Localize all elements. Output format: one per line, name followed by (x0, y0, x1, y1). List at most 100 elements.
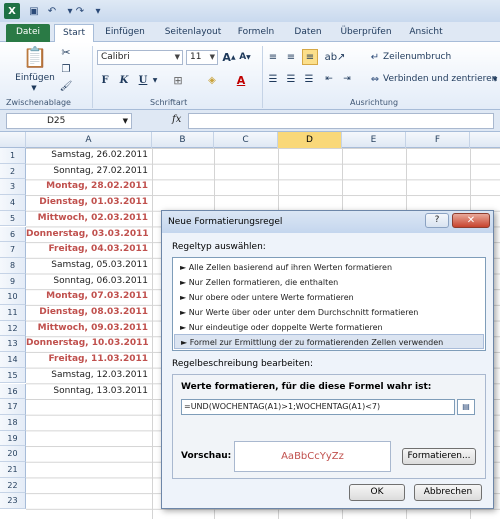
help-button[interactable]: ? (425, 213, 449, 228)
cell-a2[interactable]: Sonntag, 27.02.2011 (26, 164, 152, 180)
cell-a3[interactable]: Montag, 28.02.2011 (26, 179, 152, 195)
cell-a14[interactable]: Freitag, 11.03.2011 (26, 352, 152, 368)
shrink-font-icon[interactable]: A ▼ (238, 49, 252, 65)
cancel-button[interactable]: Abbrechen (414, 484, 482, 501)
cell-a11[interactable]: Dienstag, 08.03.2011 (26, 305, 152, 321)
chevron-down-icon[interactable]: ▼ (491, 72, 499, 86)
row-header[interactable]: 2 (0, 163, 26, 180)
tab-formeln[interactable]: Formeln (232, 24, 280, 42)
rule-type-item[interactable]: ► Nur Zellen formatieren, die enthalten (174, 275, 484, 290)
tab-daten[interactable]: Daten (288, 24, 328, 42)
tab-ueberpruefen[interactable]: Überprüfen (336, 24, 396, 42)
row-header[interactable]: 10 (0, 289, 26, 305)
underline-button[interactable]: U (136, 72, 150, 88)
bold-button[interactable]: F (98, 72, 112, 88)
column-header-e[interactable]: E (342, 132, 406, 148)
rule-type-item[interactable]: ► Alle Zellen basierend auf ihren Werten… (174, 260, 484, 275)
format-button[interactable]: Formatieren... (402, 448, 476, 465)
align-bottom-icon[interactable]: ≡ (302, 49, 318, 65)
cell-a15[interactable]: Samstag, 12.03.2011 (26, 368, 152, 384)
row-header[interactable]: 18 (0, 414, 26, 431)
font-name-combo[interactable]: Calibri ▼ (97, 50, 183, 65)
row-header[interactable]: 14 (0, 352, 26, 368)
tab-datei[interactable]: Datei (6, 24, 50, 42)
formula-input[interactable] (188, 113, 494, 129)
cell-a16[interactable]: Sonntag, 13.03.2011 (26, 384, 152, 400)
name-box[interactable]: D25 ▼ (6, 113, 132, 129)
tab-ansicht[interactable]: Ansicht (404, 24, 448, 42)
rule-type-item[interactable]: ► Nur Werte über oder unter dem Durchsch… (174, 305, 484, 320)
customize-icon[interactable]: ▾ (90, 3, 106, 19)
row-header[interactable]: 9 (0, 273, 26, 290)
cell-a8[interactable]: Samstag, 05.03.2011 (26, 258, 152, 274)
row-header[interactable]: 11 (0, 305, 26, 321)
row-header[interactable]: 5 (0, 210, 26, 227)
cell-a6[interactable]: Donnerstag, 03.03.2011 (26, 227, 152, 243)
column-header-a[interactable]: A (26, 132, 152, 148)
tab-seitenlayout[interactable]: Seitenlayout (160, 24, 226, 42)
collapse-dialog-icon[interactable]: ▤ (457, 399, 475, 415)
align-middle-icon[interactable]: ≡ (284, 50, 298, 64)
ok-button[interactable]: OK (349, 484, 405, 501)
cell-a13[interactable]: Donnerstag, 10.03.2011 (26, 336, 152, 352)
row-header[interactable]: 16 (0, 383, 26, 400)
rule-type-item[interactable]: ► Nur obere oder untere Werte formatiere… (174, 290, 484, 305)
tab-start[interactable]: Start (54, 24, 94, 42)
cut-icon[interactable]: ✂ (58, 44, 74, 60)
row-header[interactable]: 19 (0, 430, 26, 447)
border-icon[interactable]: ⊞ (170, 72, 186, 88)
excel-logo-icon[interactable]: X (4, 3, 20, 19)
decrease-indent-icon[interactable]: ⇤ (322, 72, 336, 86)
cell-a10[interactable]: Montag, 07.03.2011 (26, 289, 152, 305)
row-header[interactable]: 21 (0, 462, 26, 478)
wrap-text-button[interactable]: Zeilenumbruch (383, 50, 451, 64)
fx-icon[interactable]: fx (172, 114, 181, 125)
row-header[interactable]: 1 (0, 148, 26, 164)
column-header-c[interactable]: C (214, 132, 278, 148)
cell-a9[interactable]: Sonntag, 06.03.2011 (26, 274, 152, 290)
italic-button[interactable]: K (117, 72, 131, 88)
paste-dropdown-icon[interactable]: ▼ (26, 83, 42, 93)
column-header-d[interactable]: D (278, 132, 342, 148)
row-header[interactable]: 8 (0, 257, 26, 274)
row-header[interactable]: 23 (0, 493, 26, 510)
redo-icon[interactable]: ↷ (72, 3, 88, 19)
row-header[interactable]: 20 (0, 446, 26, 462)
column-header-b[interactable]: B (152, 132, 214, 148)
cell-a5[interactable]: Mittwoch, 02.03.2011 (26, 211, 152, 227)
select-all-corner[interactable] (0, 132, 26, 148)
grow-font-icon[interactable]: A ▲ (222, 49, 236, 65)
format-painter-icon[interactable]: 🖌 (58, 78, 74, 94)
row-header[interactable]: 4 (0, 195, 26, 211)
rule-formula-input[interactable]: =UND(WOCHENTAG(A1)>1;WOCHENTAG(A1)<7) (181, 399, 455, 415)
row-header[interactable]: 22 (0, 477, 26, 494)
column-header-f[interactable]: F (406, 132, 470, 148)
align-center-icon[interactable]: ☰ (284, 72, 298, 86)
row-header[interactable]: 7 (0, 242, 26, 258)
save-icon[interactable]: ▣ (26, 3, 42, 19)
row-header[interactable]: 15 (0, 367, 26, 384)
rule-type-item[interactable]: ► Nur eindeutige oder doppelte Werte for… (174, 320, 484, 335)
increase-indent-icon[interactable]: ⇥ (340, 72, 354, 86)
cell-a1[interactable]: Samstag, 26.02.2011 (26, 148, 152, 164)
row-header[interactable]: 6 (0, 226, 26, 243)
tab-einfuegen[interactable]: Einfügen (100, 24, 150, 42)
cell-a7[interactable]: Freitag, 04.03.2011 (26, 242, 152, 258)
cell-a12[interactable]: Mittwoch, 09.03.2011 (26, 321, 152, 337)
fill-color-icon[interactable]: ◈ (204, 72, 220, 88)
row-header[interactable]: 3 (0, 179, 26, 196)
align-top-icon[interactable]: ≡ (266, 50, 280, 64)
font-color-icon[interactable]: A (233, 72, 249, 88)
undo-icon[interactable]: ↶ (44, 3, 60, 19)
row-header[interactable]: 12 (0, 320, 26, 337)
align-right-icon[interactable]: ☰ (302, 72, 316, 86)
rule-type-item-selected[interactable]: ► Formel zur Ermittlung der zu formatier… (174, 334, 484, 349)
cell-a4[interactable]: Dienstag, 01.03.2011 (26, 195, 152, 211)
merge-center-button[interactable]: Verbinden und zentrieren (383, 72, 497, 86)
copy-icon[interactable]: ❐ (58, 61, 74, 77)
close-button[interactable]: ✕ (452, 213, 490, 228)
font-size-combo[interactable]: 11 ▼ (186, 50, 218, 65)
paste-icon[interactable]: 📋 (20, 44, 50, 70)
chevron-down-icon[interactable]: ▼ (151, 72, 159, 88)
row-header[interactable]: 13 (0, 336, 26, 353)
